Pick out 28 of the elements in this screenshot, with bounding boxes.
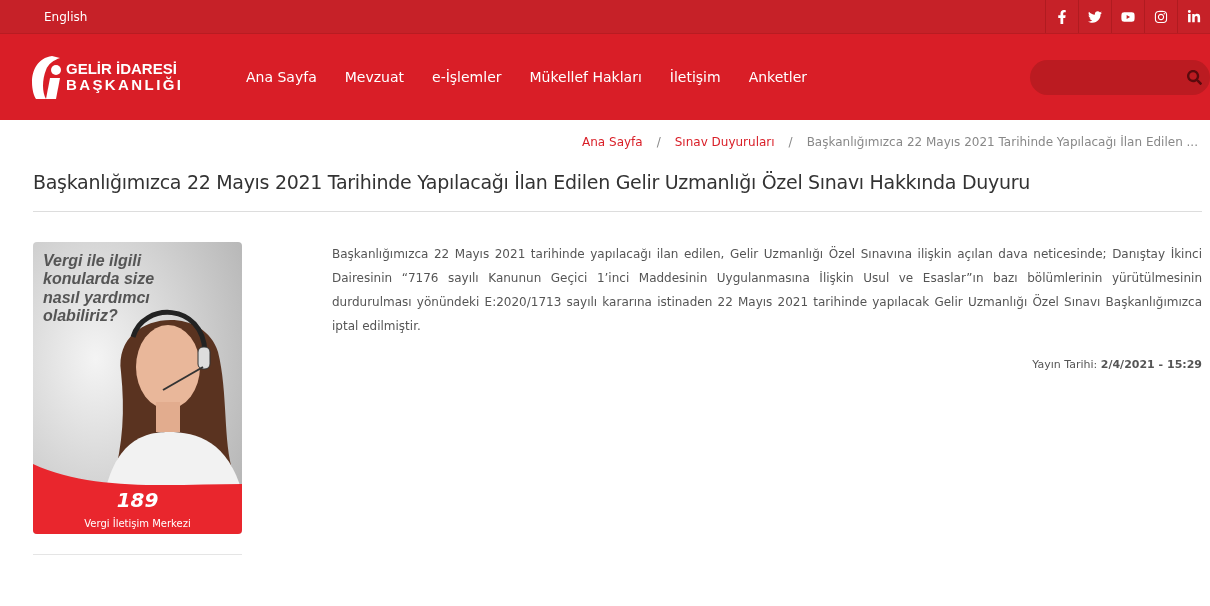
page-title: Başkanlığımızca 22 Mayıs 2021 Tarihinde Yapılacağı İlan Edilen Gelir Uzmanlığı Özel Sınavı Hakkında Duyuru <box>33 171 1202 212</box>
banner-caption: Vergi İletişim Merkezi <box>83 518 192 529</box>
nav-link[interactable]: İletişim <box>669 69 721 85</box>
logo-icon <box>30 54 64 100</box>
breadcrumb-separator: / <box>656 135 661 151</box>
logo-text: GELİR İDARESİ <box>66 61 177 77</box>
search-field[interactable] <box>1030 59 1210 95</box>
publish-date: Yayın Tarihi: 2/4/2021 - 15:29 <box>1031 358 1202 371</box>
language-link[interactable]: English <box>44 9 88 24</box>
current-page-title: Başkanlığımızca 22 Mayıs 2021 Tarihinde Yapılacağı İlan Edilen ... <box>806 135 1198 151</box>
facebook-icon <box>1055 9 1069 24</box>
phone-number: 189 <box>115 488 160 512</box>
youtube-icon <box>1121 9 1135 24</box>
instagram-icon <box>1154 9 1168 24</box>
announcement-text: Başkanlığımızca 22 Mayıs 2021 tarihinde yapılacağı ilan edilen, Gelir Uzmanlığı Özel Sınavına ilişkin açılan dava neticesinde; Danıştay İkinci Dairesinin “7176 sayılı Kanunun Geçici 1’inci Maddesinin Uygulanmasına İlişkin Usul ve Esaslar”ın bazı bölümlerinin yürütülmesinin durdurulması yönündeki E:2020/1713 sayılı kararına istinaden 22 Mayıs 2021 tarihinde yapılacak Gelir Uzmanlığı Özel Sınavı Başkanlığımızca iptal edilmiştir. <box>332 245 1202 335</box>
breadcrumb-link[interactable]: Sınav Duyuruları <box>674 135 775 151</box>
help-banner[interactable]: Vergi ile ilgili konularda size nasıl yardımcı olabiliriz? 189 Vergi İletişim Merkezi <box>33 242 242 534</box>
nav-link[interactable]: Ana Sayfa <box>246 69 317 85</box>
banner-headline: Vergi ile ilgili konularda size nasıl yardımcı olabiliriz? <box>43 252 156 326</box>
logo-text: BAŞKANLIĞI <box>66 77 184 93</box>
nav-link[interactable]: e-İşlemler <box>432 69 502 85</box>
nav-link[interactable]: Anketler <box>748 69 808 85</box>
nav-link[interactable]: Mükellef Hakları <box>529 69 642 85</box>
breadcrumb-link[interactable]: Ana Sayfa <box>582 135 643 151</box>
linkedin-icon <box>1187 9 1201 24</box>
nav-link[interactable]: Mevzuat <box>344 69 405 85</box>
twitter-icon <box>1088 9 1102 24</box>
breadcrumb-separator: / <box>788 135 793 151</box>
